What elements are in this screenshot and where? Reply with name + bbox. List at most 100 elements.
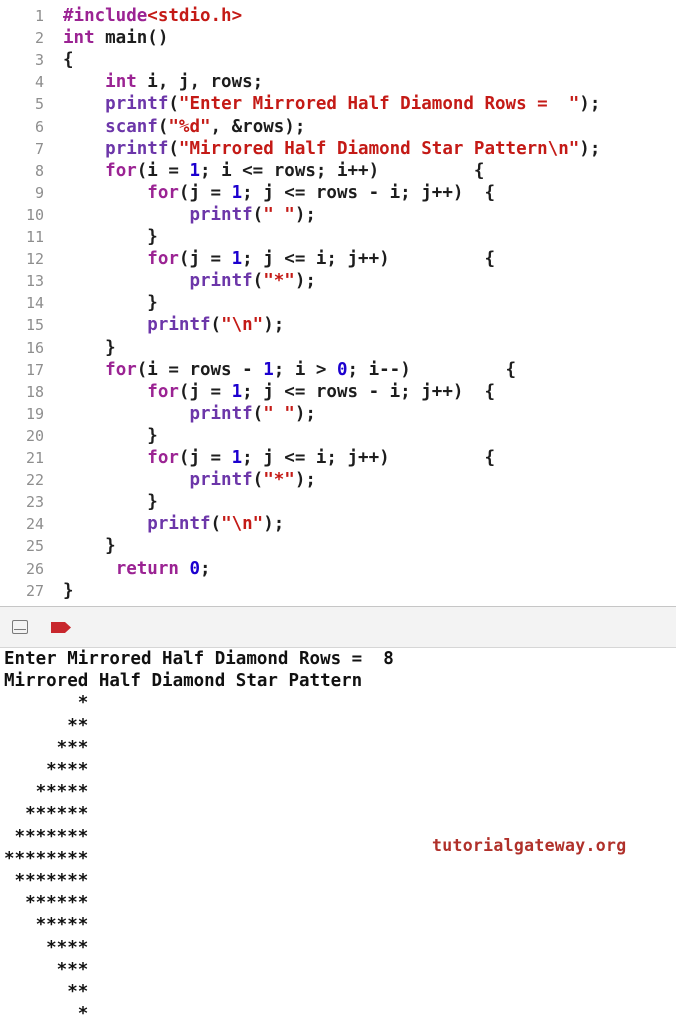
line-number: 23 xyxy=(25,493,44,512)
console-line: ******* xyxy=(4,871,89,891)
code-text: } xyxy=(63,580,74,601)
code-line[interactable]: 11 } xyxy=(0,226,676,248)
code-text: printf("*"); xyxy=(189,271,316,292)
debug-bar xyxy=(0,607,676,648)
code-line[interactable]: 2 int main() xyxy=(0,27,676,49)
code-text: for(j = 1; j <= i; j++) { xyxy=(147,448,496,468)
code-line[interactable]: 14 } xyxy=(0,292,676,314)
console-line: ****** xyxy=(4,804,89,825)
code-line[interactable]: 27} xyxy=(0,580,676,602)
code-line[interactable]: 6 scanf("%d", &rows); xyxy=(0,116,676,138)
code-text: } xyxy=(63,293,158,314)
code-line[interactable]: 20 } xyxy=(0,425,676,447)
console-line: *** xyxy=(4,737,89,758)
code-text: int main() xyxy=(63,28,169,49)
line-number: 7 xyxy=(34,139,44,158)
line-number: 16 xyxy=(25,338,44,357)
code-line[interactable]: 26 return 0; xyxy=(0,558,676,580)
code-line[interactable]: 9 for(j = 1; j <= rows - i; j++) { xyxy=(0,182,676,204)
code-line[interactable]: 21 for(j = 1; j <= i; j++) { xyxy=(0,447,676,469)
line-number: 11 xyxy=(25,228,44,246)
code-line[interactable]: 24 printf("\n"); xyxy=(0,513,676,535)
console-output: tutorialgateway.org Enter Mirrored Half … xyxy=(0,648,676,1024)
code-text: #include<stdio.h> xyxy=(63,6,243,26)
line-number: 21 xyxy=(25,449,44,467)
line-number: 17 xyxy=(25,360,44,379)
code-text: printf("Mirrored Half Diamond Star Patte… xyxy=(105,138,601,159)
code-text: printf("Enter Mirrored Half Diamond Rows… xyxy=(105,94,601,115)
console-line: Mirrored Half Diamond Star Pattern xyxy=(4,671,363,692)
code-text: } xyxy=(63,492,158,513)
line-number: 27 xyxy=(25,581,44,600)
code-text: printf(" "); xyxy=(189,204,316,225)
hide-debug-area-icon[interactable] xyxy=(12,620,28,634)
line-number: 12 xyxy=(25,250,44,269)
code-line[interactable]: 23 } xyxy=(0,491,676,513)
line-number: 2 xyxy=(34,29,44,48)
code-line[interactable]: 19 printf(" "); xyxy=(0,403,676,425)
console-line: Enter Mirrored Half Diamond Rows = 8 xyxy=(4,649,394,669)
code-text: for(j = 1; j <= rows - i; j++) { xyxy=(147,182,496,203)
code-text: printf("\n"); xyxy=(147,514,285,535)
console-line: *** xyxy=(4,959,89,980)
code-line[interactable]: 7 printf("Mirrored Half Diamond Star Pat… xyxy=(0,138,676,160)
code-text: { xyxy=(63,50,74,71)
line-number: 15 xyxy=(25,316,44,335)
console-line: * xyxy=(4,693,89,714)
line-number: 20 xyxy=(25,426,44,445)
line-number: 14 xyxy=(25,294,44,313)
console-line: ** xyxy=(4,982,89,1002)
line-number: 10 xyxy=(25,205,44,224)
code-text: printf("*"); xyxy=(189,470,316,491)
console-line: **** xyxy=(4,937,89,958)
line-number: 3 xyxy=(34,51,44,70)
console-line: * xyxy=(4,1004,89,1024)
code-text: for(j = 1; j <= rows - i; j++) { xyxy=(147,381,496,402)
code-line[interactable]: 22 printf("*"); xyxy=(0,469,676,491)
breakpoint-icon[interactable] xyxy=(50,621,72,634)
line-number: 9 xyxy=(34,183,44,202)
line-number: 4 xyxy=(34,73,44,92)
code-text: for(j = 1; j <= i; j++) { xyxy=(147,249,496,270)
code-line[interactable]: 1 #include<stdio.h> xyxy=(0,5,676,27)
line-number: 1 xyxy=(34,7,44,25)
code-line[interactable]: 12 for(j = 1; j <= i; j++) { xyxy=(0,248,676,270)
console-line: ** xyxy=(4,715,89,736)
code-text: } xyxy=(63,227,158,247)
code-text: scanf("%d", &rows); xyxy=(105,116,306,137)
line-number: 18 xyxy=(25,382,44,401)
line-number: 8 xyxy=(34,161,44,180)
line-number: 13 xyxy=(25,272,44,291)
code-line[interactable]: 8 for(i = 1; i <= rows; i++) { xyxy=(0,160,676,182)
code-text: printf("\n"); xyxy=(147,315,285,336)
line-number: 26 xyxy=(25,559,44,578)
code-text: printf(" "); xyxy=(189,403,316,424)
line-number: 25 xyxy=(25,537,44,556)
code-line[interactable]: 5 printf("Enter Mirrored Half Diamond Ro… xyxy=(0,93,676,115)
code-text: } xyxy=(63,337,116,358)
code-text: } xyxy=(63,425,158,446)
line-number: 22 xyxy=(25,471,44,490)
code-line[interactable]: 3{ xyxy=(0,49,676,71)
console-line: ******** xyxy=(4,848,89,869)
code-line[interactable]: 18 for(j = 1; j <= rows - i; j++) { xyxy=(0,381,676,403)
code-text: for(i = 1; i <= rows; i++) { xyxy=(105,160,485,181)
watermark: tutorialgateway.org xyxy=(432,836,627,855)
code-line[interactable]: 10 printf(" "); xyxy=(0,204,676,226)
console-line: ***** xyxy=(4,782,89,803)
code-text: return 0; xyxy=(115,558,211,579)
code-text: for(i = rows - 1; i > 0; i--) { xyxy=(105,359,517,380)
line-number: 24 xyxy=(25,515,44,534)
code-line[interactable]: 15 printf("\n"); xyxy=(0,314,676,336)
code-line[interactable]: 25 } xyxy=(0,535,676,557)
code-editor[interactable]: 1 #include<stdio.h> 2 int main() 3{4 int i, … xyxy=(0,0,676,606)
console-line: ***** xyxy=(4,915,89,936)
code-line[interactable]: 17 for(i = rows - 1; i > 0; i--) { xyxy=(0,359,676,381)
code-text: } xyxy=(63,536,116,557)
code-line[interactable]: 16 } xyxy=(0,337,676,359)
line-number: 19 xyxy=(25,404,44,423)
console-line: **** xyxy=(4,760,89,780)
code-line[interactable]: 13 printf("*"); xyxy=(0,270,676,292)
line-number: 5 xyxy=(34,95,44,114)
code-line[interactable]: 4 int i, j, rows; xyxy=(0,71,676,93)
